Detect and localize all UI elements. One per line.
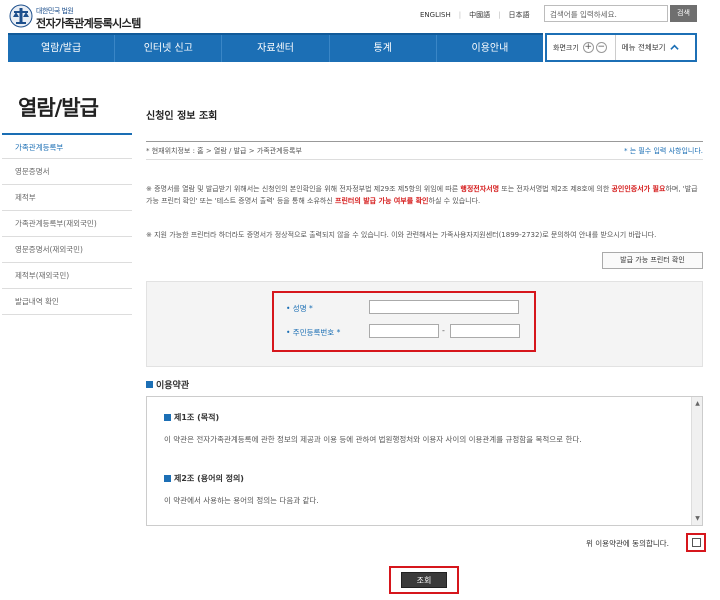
name-input[interactable] (369, 300, 519, 314)
bullet-square-icon (164, 475, 171, 482)
main-navigation: 열람/발급 인터넷 신고 자료센터 통계 이용안내 (8, 33, 543, 62)
notice-printer: ※ 지원 가능한 프린터라 하더라도 증명서가 정상적으로 출력되지 않을 수 … (146, 231, 657, 239)
required-note: * 는 필수 입력 사항입니다. (623, 147, 703, 155)
lang-separator: | (458, 11, 462, 19)
nav-view-issue[interactable]: 열람/발급 (8, 35, 116, 62)
scroll-up-arrow-icon[interactable]: ▲ (694, 400, 701, 407)
bullet-square-icon (164, 414, 171, 421)
sidebar-title: 열람/발급 (18, 96, 99, 120)
court-emblem-icon (9, 4, 33, 28)
article-1-title: 제1조 (목적) (164, 412, 684, 423)
notice-text: ※ 증명서를 열람 및 발급받기 위해서는 신청인의 본인확인을 위해 전자정부… (146, 185, 461, 193)
sidebar-item-removal-register[interactable]: 제적부 (2, 185, 132, 211)
sidebar-item-removal-register-overseas[interactable]: 제적부(재외국민) (2, 263, 132, 289)
page-title: 신청인 정보 조회 (146, 111, 218, 122)
submit-button[interactable]: 조회 (401, 572, 447, 588)
language-menu: ENGLISH | 中國語 | 日本語 (420, 10, 529, 20)
agree-highlight (686, 533, 706, 552)
lang-chinese[interactable]: 中國語 (469, 10, 490, 20)
tools-divider (614, 35, 616, 60)
font-size-control: 화면크기 + − (553, 42, 607, 53)
sidebar-item-issue-history[interactable]: 발급내역 확인 (2, 289, 132, 315)
lang-english[interactable]: ENGLISH (420, 11, 451, 19)
terms-title: 이용약관 (156, 381, 190, 391)
name-label: • 성명 * (286, 304, 313, 313)
utility-tools: 화면크기 + − 메뉴 전체보기 (545, 33, 697, 62)
sidebar-item-family-register-overseas[interactable]: 가족관계등록부(재외국민) (2, 211, 132, 237)
search-input[interactable]: 검색어를 입력하세요. (544, 5, 668, 22)
scroll-down-arrow-icon[interactable]: ▼ (694, 515, 701, 522)
article-2-title: 제2조 (용어의 정의) (164, 473, 684, 484)
search-button[interactable]: 검색 (670, 5, 697, 22)
sidebar-item-english-cert[interactable]: 영문증명서 (2, 159, 132, 185)
breadcrumb: * 현재위치정보 : 홈 > 열람 / 발급 > 가족관계등록부 (146, 147, 302, 155)
terms-content: 제1조 (목적) 이 약관은 전자가족관계등록에 관한 정보의 제공과 이용 등… (164, 412, 684, 506)
notice-text: 하실 수 있습니다. (428, 197, 481, 205)
article-2-body: 이 약관에서 사용하는 용어의 정의는 다음과 같다. (164, 496, 319, 505)
terms-heading: 이용약관 (146, 378, 189, 391)
submit-highlight: 조회 (389, 566, 459, 594)
nav-data-center[interactable]: 자료센터 (222, 35, 330, 62)
bullet-square-icon (146, 381, 153, 388)
logo-title: 전자가족관계등록시스템 (36, 17, 141, 30)
check-printer-button[interactable]: 발급 가능 프린터 확인 (602, 252, 703, 269)
notice-highlight: 공인인증서가 필요 (611, 185, 666, 193)
nav-guide[interactable]: 이용안내 (437, 35, 543, 62)
article-1-heading: 제1조 (목적) (174, 413, 220, 422)
zoom-in-button[interactable]: + (582, 42, 594, 53)
nav-internet-report[interactable]: 인터넷 신고 (115, 35, 223, 62)
breadcrumb-row: * 현재위치정보 : 홈 > 열람 / 발급 > 가족관계등록부 * 는 필수 … (146, 141, 703, 160)
menu-all-button[interactable]: 메뉴 전체보기 (622, 42, 679, 53)
agree-checkbox[interactable] (692, 538, 701, 547)
chevron-up-icon (669, 44, 679, 50)
article-2-heading: 제2조 (용어의 정의) (174, 474, 244, 483)
terms-scrollbar[interactable]: ▲ ▼ (691, 397, 702, 525)
notice-highlight: 행정전자서명 (460, 185, 500, 193)
sidebar-menu: 가족관계등록부 영문증명서 제적부 가족관계등록부(재외국민) 영문증명서(재외… (2, 133, 132, 315)
zoom-out-button[interactable]: − (595, 42, 607, 53)
agree-label: 위 이용약관에 동의합니다. (586, 539, 670, 548)
lang-japanese[interactable]: 日本語 (508, 10, 529, 20)
logo[interactable]: 대한민국 법원 전자가족관계등록시스템 (8, 3, 158, 31)
terms-box[interactable]: 제1조 (목적) 이 약관은 전자가족관계등록에 관한 정보의 제공과 이용 등… (146, 396, 703, 526)
rrn-dash: - (442, 326, 445, 335)
notice-certificate: ※ 증명서를 열람 및 발급받기 위해서는 신청인의 본인확인을 위해 전자정부… (146, 183, 703, 207)
article-1-body: 이 약관은 전자가족관계등록에 관한 정보의 제공과 이용 등에 관하여 법원행… (164, 435, 582, 444)
sidebar-item-english-cert-overseas[interactable]: 영문증명서(재외국민) (2, 237, 132, 263)
rrn-label: • 주민등록번호 * (286, 328, 341, 337)
notice-highlight: 프린터의 발급 가능 여부를 확인 (335, 197, 429, 205)
notice-text: 또는 전자서명법 제2조 제8호에 의한 (499, 185, 612, 193)
sidebar-item-family-register[interactable]: 가족관계등록부 (2, 133, 132, 159)
rrn-front-input[interactable] (369, 324, 439, 338)
font-size-label: 화면크기 (553, 43, 579, 52)
rrn-back-input[interactable] (450, 324, 520, 338)
menu-all-label: 메뉴 전체보기 (621, 43, 666, 52)
lang-separator: | (498, 11, 501, 19)
nav-statistics[interactable]: 통계 (330, 35, 437, 62)
